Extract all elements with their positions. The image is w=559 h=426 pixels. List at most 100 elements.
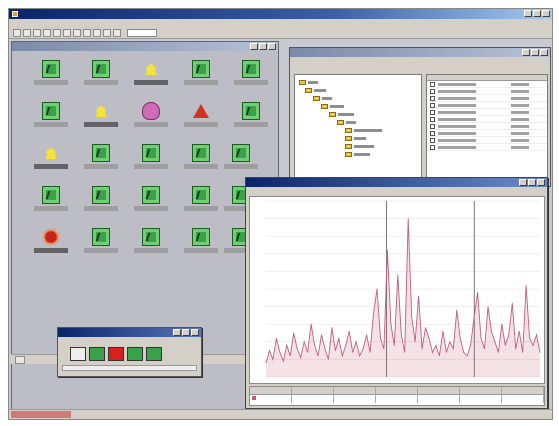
toolbar-button[interactable] <box>93 29 101 37</box>
row-label <box>438 103 476 107</box>
status-critical-button[interactable] <box>108 347 124 361</box>
map-node-green[interactable] <box>26 60 76 96</box>
map-node-green[interactable] <box>176 186 226 222</box>
maximize-button[interactable] <box>528 179 536 186</box>
close-button[interactable] <box>191 329 199 336</box>
table-row[interactable] <box>427 137 547 144</box>
row-checkbox[interactable] <box>430 116 435 122</box>
row-checkbox[interactable] <box>430 81 435 87</box>
status-ok-button[interactable] <box>89 347 105 361</box>
table-row[interactable] <box>427 102 547 109</box>
table-row[interactable] <box>427 109 547 116</box>
table-row[interactable] <box>427 123 547 130</box>
map-node-pink[interactable] <box>126 102 176 138</box>
control-window-title-bar[interactable] <box>58 328 201 337</box>
row-checkbox[interactable] <box>430 109 435 115</box>
minimize-button[interactable] <box>522 49 530 56</box>
row-checkbox[interactable] <box>430 102 435 108</box>
table-row[interactable] <box>427 144 547 151</box>
row-checkbox[interactable] <box>430 137 435 143</box>
status-ok-button[interactable] <box>127 347 143 361</box>
status-ok-button[interactable] <box>146 347 162 361</box>
minimize-button[interactable] <box>250 43 258 50</box>
toolbar-button[interactable] <box>23 29 31 37</box>
row-checkbox[interactable] <box>430 130 435 136</box>
minimize-button[interactable] <box>173 329 181 336</box>
map-node-yellow[interactable] <box>126 60 176 96</box>
minimize-button[interactable] <box>519 179 527 186</box>
toolbar-button[interactable] <box>63 29 71 37</box>
maximize-button[interactable] <box>259 43 267 50</box>
toolbar-button[interactable] <box>73 29 81 37</box>
map-node-green[interactable] <box>226 102 276 138</box>
map-node-green[interactable] <box>176 228 226 264</box>
map-node-red[interactable] <box>26 228 76 264</box>
tree-item[interactable] <box>299 79 318 85</box>
map-node-green[interactable] <box>26 102 76 138</box>
map-node-green[interactable] <box>76 144 126 180</box>
close-button[interactable] <box>540 49 548 56</box>
map-node-green[interactable] <box>176 144 226 180</box>
toolbar-button[interactable] <box>103 29 111 37</box>
monitor-icon[interactable] <box>70 347 86 361</box>
tree-item[interactable] <box>329 111 354 117</box>
data-point <box>321 334 322 336</box>
data-point <box>303 341 305 343</box>
data-point <box>369 351 371 353</box>
maximize-button[interactable] <box>533 10 541 17</box>
map-node-green[interactable] <box>226 60 276 96</box>
table-row[interactable] <box>427 130 547 137</box>
map-node-green[interactable] <box>76 228 126 264</box>
toolbar-button[interactable] <box>13 29 21 37</box>
map-node-part[interactable] <box>224 144 258 180</box>
toolbar-button[interactable] <box>43 29 51 37</box>
map-node-yellow[interactable] <box>76 102 126 138</box>
mib-window-title-bar[interactable] <box>290 48 550 57</box>
table-row[interactable] <box>427 81 547 88</box>
close-button[interactable] <box>268 43 276 50</box>
tree-item[interactable] <box>305 87 326 93</box>
status-bar <box>9 409 552 419</box>
map-node-green[interactable] <box>126 228 176 264</box>
tree-item[interactable] <box>345 151 370 157</box>
maximize-button[interactable] <box>182 329 190 336</box>
graph-window-title-bar[interactable] <box>246 178 547 187</box>
toolbar-button[interactable] <box>33 29 41 37</box>
table-row[interactable] <box>427 116 547 123</box>
map-node-green[interactable] <box>126 144 176 180</box>
tree-item[interactable] <box>345 143 374 149</box>
tree-item[interactable] <box>313 95 332 101</box>
map-tab[interactable] <box>15 355 25 364</box>
close-button[interactable] <box>537 179 545 186</box>
node-label <box>34 206 68 211</box>
map-node-green[interactable] <box>126 186 176 222</box>
zoom-select[interactable] <box>127 29 157 37</box>
app-title-bar[interactable] <box>9 9 552 19</box>
table-row[interactable] <box>427 88 547 95</box>
map-node-green[interactable] <box>76 60 126 96</box>
data-point <box>421 348 423 350</box>
table-row[interactable] <box>427 95 547 102</box>
tree-item[interactable] <box>345 135 366 141</box>
map-node-green[interactable] <box>26 186 76 222</box>
legend-row[interactable] <box>250 395 544 403</box>
map-node-yellow[interactable] <box>26 144 76 180</box>
row-checkbox[interactable] <box>430 95 435 101</box>
close-button[interactable] <box>542 10 550 17</box>
row-checkbox[interactable] <box>430 123 435 129</box>
tree-item[interactable] <box>345 127 382 133</box>
row-checkbox[interactable] <box>430 144 435 150</box>
toolbar-button[interactable] <box>113 29 121 37</box>
maximize-button[interactable] <box>531 49 539 56</box>
map-node-redtri[interactable] <box>176 102 226 138</box>
map-node-green[interactable] <box>76 186 126 222</box>
row-checkbox[interactable] <box>430 88 435 94</box>
map-node-green[interactable] <box>176 60 226 96</box>
tree-item[interactable] <box>321 103 344 109</box>
minimize-button[interactable] <box>524 10 532 17</box>
tree-item[interactable] <box>337 119 356 125</box>
mib-tree[interactable] <box>294 74 422 184</box>
toolbar-button[interactable] <box>83 29 91 37</box>
map-window-title-bar[interactable] <box>12 42 278 51</box>
toolbar-button[interactable] <box>53 29 61 37</box>
